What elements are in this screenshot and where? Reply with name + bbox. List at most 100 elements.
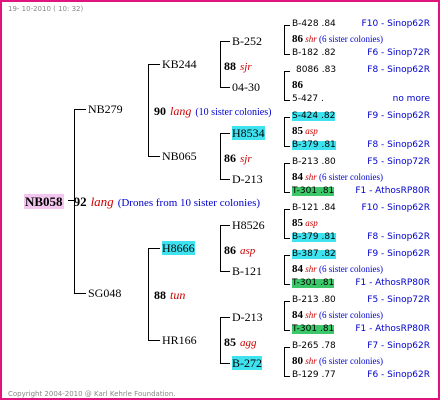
gen5-b-0: B-182 .82 (292, 48, 336, 58)
grandparent-node-2: H8666 (162, 241, 195, 255)
grandparent-origin: sjr (240, 153, 252, 165)
root-gen: 92 (73, 194, 87, 209)
gen5-a-src-7: F7 - Sinop62R (367, 341, 430, 351)
timestamp: 19- 10-2010 ( 10: 32) (8, 5, 84, 13)
gen5-b-src-6: F1 - AthosRP80R (355, 324, 430, 334)
gen5-b-src-4: F8 - Sinop62R (367, 232, 430, 242)
gen5-b-4: B-379 .81 (292, 232, 336, 242)
gen5-a-0: B-428 .84 (292, 19, 336, 29)
parent-gen: 88 (154, 288, 166, 302)
gen5-gen: 84 (292, 263, 303, 275)
gen5-a-src-5: F9 - Sinop62R (367, 249, 430, 259)
ggp-node-1: 04-30 (232, 81, 260, 93)
gen5-mid-1: 86 (292, 80, 303, 91)
gen5-note: (6 sister colonies) (319, 310, 383, 320)
parent-id: SG048 (88, 286, 122, 300)
gen5-b-3: T-301 .81 (292, 186, 335, 196)
grandparent-info-0: 88 sjr (224, 58, 252, 74)
ggp-node-6: D-213 (232, 311, 263, 323)
parent-note: (10 sister colonies) (195, 107, 272, 118)
grandparent-gen: 88 (224, 59, 236, 73)
grandparent-info-2: 86 asp (224, 242, 255, 258)
gen5-b-src-5: F1 - AthosRP80R (355, 278, 430, 288)
gen5-b-src-2: F8 - Sinop62R (367, 140, 430, 150)
gen5-note: (6 sister colonies) (319, 172, 383, 182)
gen5-gen: 86 (292, 33, 303, 45)
gen5-gen: 84 (292, 171, 303, 183)
ggp-node-4: H8526 (232, 219, 265, 231)
gen5-origin: shr (305, 172, 317, 182)
gen5-a-1: 8086 .83 (296, 65, 337, 75)
root-node: NB058 92 lang (Drones from 10 sister col… (24, 194, 260, 210)
ggp-id: B-272 (232, 356, 262, 370)
grandparent-origin: agg (240, 337, 257, 349)
ggp-id: H8526 (232, 218, 265, 232)
gen5-mid-5: 84 shr (6 sister colonies) (292, 264, 383, 275)
grandparent-info-1: 86 sjr (224, 150, 252, 166)
gen5-b-1: 5-427 . (292, 94, 324, 104)
gen5-mid-6: 84 shr (6 sister colonies) (292, 310, 383, 321)
ggp-node-3: D-213 (232, 173, 263, 185)
grandparent-origin: asp (240, 245, 256, 257)
gen5-a-src-0: F10 - Sinop62R (361, 19, 430, 29)
parent-id: NB279 (88, 102, 123, 116)
gen5-gen: 85 (292, 125, 303, 137)
grandparent-node-0: KB244 (162, 58, 197, 70)
gen5-b-7: B-129 .77 (292, 370, 336, 380)
parent-node-0: NB279 (88, 103, 123, 115)
grandparent-gen: 85 (224, 335, 236, 349)
gen5-b-2: B-379 .81 (292, 140, 336, 150)
grandparent-gen: 86 (224, 243, 236, 257)
gen5-mid-4: 85 asp (292, 218, 318, 229)
gen5-mid-0: 86 shr (6 sister colonies) (292, 34, 383, 45)
grandparent-node-3: HR166 (162, 334, 197, 346)
grandparent-info-3: 85 agg (224, 334, 257, 350)
gen5-b-src-1: no more (392, 94, 430, 104)
grandparent-id: H8666 (162, 241, 195, 255)
gen5-mid-2: 85 asp (292, 126, 318, 137)
copyright: Copyright 2004-2010 @ Karl Kehrle Founda… (8, 390, 176, 398)
grandparent-id: NB065 (162, 149, 197, 163)
gen5-origin: shr (305, 264, 317, 274)
grandparent-origin: sjr (240, 61, 252, 73)
gen5-a-src-6: F5 - Sinop72R (367, 295, 430, 305)
root-id: NB058 (24, 194, 64, 209)
root-note: (Drones from 10 sister colonies) (117, 197, 261, 209)
gen5-a-src-1: F8 - Sinop62R (367, 65, 430, 75)
gen5-origin: asp (305, 126, 318, 136)
gen5-note: (6 sister colonies) (319, 264, 383, 274)
pedigree-frame: 19- 10-2010 ( 10: 32) Copyright 2004-201… (0, 0, 440, 400)
gen5-b-src-3: F1 - AthosRP80R (355, 186, 430, 196)
gen5-a-7: B-265 .78 (292, 341, 336, 351)
ggp-node-0: B-252 (232, 35, 262, 47)
grandparent-node-1: NB065 (162, 150, 197, 162)
ggp-id: B-121 (232, 264, 262, 278)
ggp-node-7: B-272 (232, 356, 262, 370)
gen5-gen: 80 (292, 355, 303, 367)
ggp-id: H8534 (232, 126, 265, 140)
gen5-origin: shr (305, 310, 317, 320)
grandparent-id: KB244 (162, 57, 197, 71)
gen5-a-6: B-213 .80 (292, 295, 336, 305)
gen5-b-src-7: F6 - Sinop62R (367, 370, 430, 380)
gen5-gen: 85 (292, 217, 303, 229)
ggp-id: D-213 (232, 172, 263, 186)
parent-info-0: 90 lang (10 sister colonies) (154, 103, 271, 119)
root-origin: lang (90, 194, 114, 209)
gen5-a-src-2: F9 - Sinop62R (367, 111, 430, 121)
gen5-origin: asp (305, 218, 318, 228)
gen5-b-5: T-301 .81 (292, 278, 335, 288)
gen5-gen: 84 (292, 309, 303, 321)
ggp-node-2: H8534 (232, 126, 265, 140)
gen5-note: (6 sister colonies) (319, 356, 383, 366)
gen5-a-src-3: F5 - Sinop72R (367, 157, 430, 167)
gen5-origin: shr (305, 34, 317, 44)
gen5-a-3: B-213 .80 (292, 157, 336, 167)
parent-node-1: SG048 (88, 287, 121, 299)
gen5-b-src-0: F6 - Sinop72R (367, 48, 430, 58)
gen5-b-6: T-301 .81 (292, 324, 335, 334)
ggp-node-5: B-121 (232, 265, 262, 277)
ggp-id: D-213 (232, 310, 263, 324)
gen5-a-4: B-121 .84 (292, 203, 336, 213)
gen5-mid-7: 80 shr (6 sister colonies) (292, 356, 383, 367)
